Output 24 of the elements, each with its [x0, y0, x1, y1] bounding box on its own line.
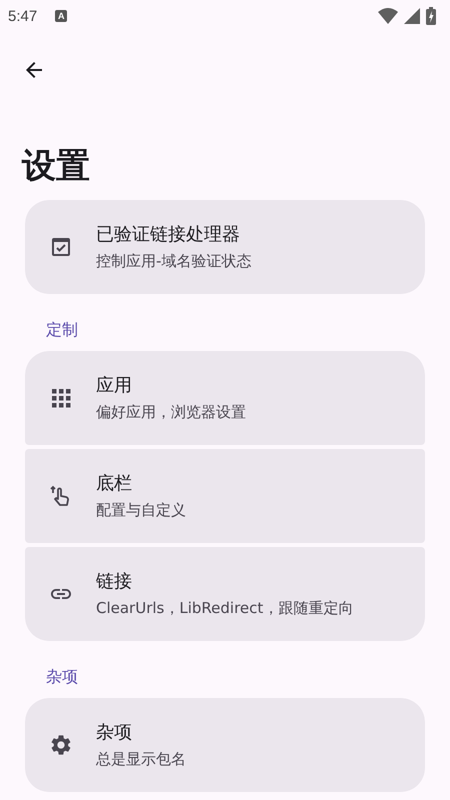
status-time: 5:47: [8, 8, 38, 24]
notification-icon: A: [55, 10, 68, 22]
item-title: 应用: [96, 374, 133, 398]
settings-item[interactable]: 已验证链接处理器 控制应用-域名验证状态: [25, 200, 425, 294]
item-title: 杂项: [96, 721, 133, 745]
section-header: 定制: [45, 319, 79, 341]
wifi-icon: [378, 8, 398, 24]
settings-item[interactable]: 链接 ClearUrls，LibRedirect，跟随重定向: [25, 547, 425, 641]
settings-item[interactable]: 杂项 总是显示包名: [25, 698, 425, 792]
item-title: 链接: [96, 570, 133, 594]
settings-icon: [48, 733, 72, 757]
item-subtitle: 配置与自定义: [96, 500, 186, 520]
battery-icon: [426, 7, 436, 25]
item-subtitle: 总是显示包名: [96, 749, 186, 769]
settings-item[interactable]: 应用 偏好应用，浏览器设置: [25, 351, 425, 445]
item-subtitle: 偏好应用，浏览器设置: [96, 402, 246, 422]
page-title: 设置: [20, 145, 91, 188]
item-subtitle: 控制应用-域名验证状态: [96, 251, 252, 271]
item-subtitle: ClearUrls，LibRedirect，跟随重定向: [96, 598, 354, 618]
section-header: 杂项: [45, 666, 79, 688]
settings-item[interactable]: 底栏 配置与自定义: [25, 449, 425, 543]
signal-icon: [404, 8, 420, 24]
item-title: 已验证链接处理器: [96, 223, 241, 247]
item-title: 底栏: [96, 472, 133, 496]
